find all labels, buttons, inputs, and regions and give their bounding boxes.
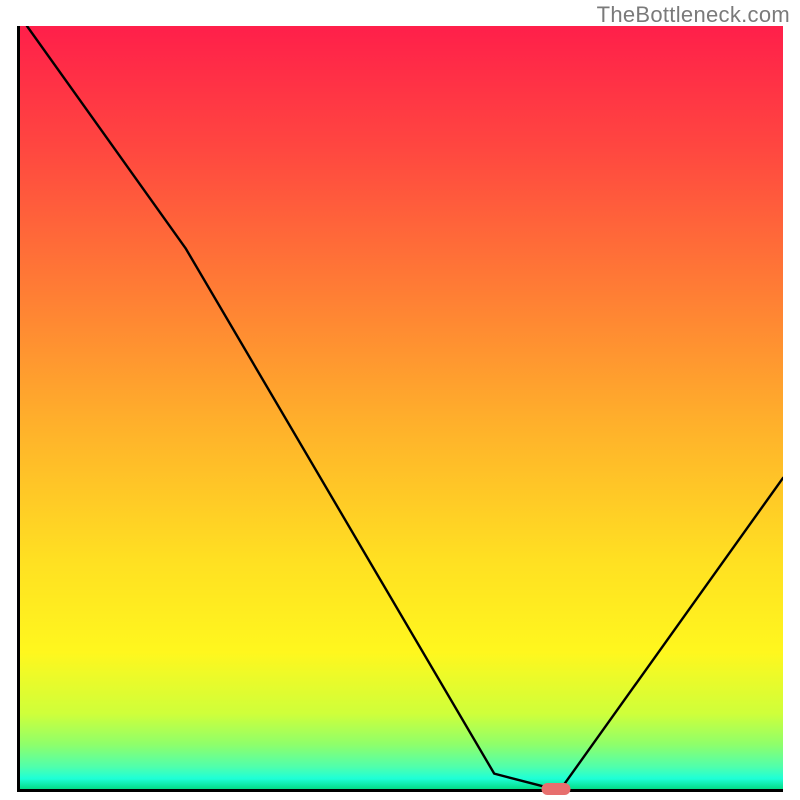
optimal-point-marker (542, 783, 571, 795)
axes-border (17, 26, 783, 792)
chart-frame: TheBottleneck.com (0, 0, 800, 800)
watermark-text: TheBottleneck.com (597, 2, 790, 28)
plot-area (17, 26, 783, 792)
